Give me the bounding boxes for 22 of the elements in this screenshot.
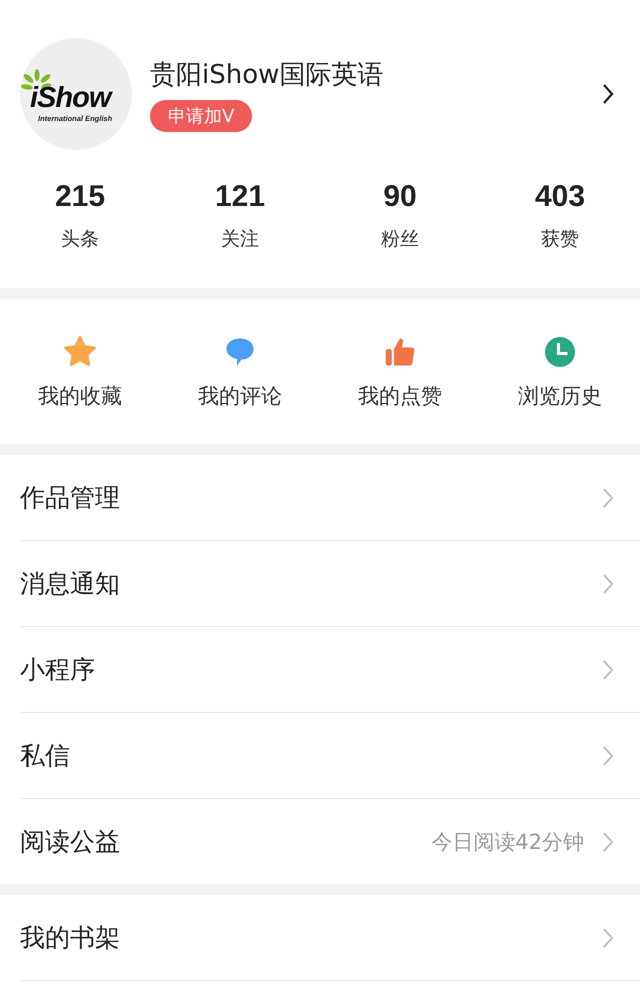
menu-item[interactable]: 消息通知	[20, 567, 602, 600]
logo-wordmark: iShow	[30, 82, 110, 115]
menu-item[interactable]: 我的书架	[20, 921, 602, 954]
stat-label[interactable]: 头条	[61, 226, 99, 252]
menu-item[interactable]: 作品管理	[20, 481, 602, 514]
stat-label[interactable]: 粉丝	[381, 226, 419, 252]
stat-count[interactable]: 403	[534, 180, 586, 214]
stat-count[interactable]: 90	[383, 180, 417, 214]
menu-item[interactable]: 小程序	[20, 653, 602, 686]
stat-label[interactable]: 关注	[221, 226, 259, 252]
menu-item-value: 今日阅读42分钟	[431, 828, 584, 856]
shortcut-label[interactable]: 我的评论	[198, 382, 282, 410]
stat-count[interactable]: 215	[54, 180, 106, 214]
shortcut-label[interactable]: 浏览历史	[518, 382, 602, 410]
stat-label[interactable]: 获赞	[541, 226, 579, 252]
shortcut-label[interactable]: 我的点赞	[358, 382, 442, 410]
chevron-icon[interactable]	[602, 83, 614, 105]
menu-item[interactable]: 阅读公益	[20, 825, 432, 858]
menu-item[interactable]: 私信	[20, 739, 602, 772]
shortcut-label[interactable]: 我的收藏	[38, 382, 122, 410]
stat-count[interactable]: 121	[214, 180, 266, 214]
profile-name: 贵阳iShow国际英语	[150, 58, 384, 92]
